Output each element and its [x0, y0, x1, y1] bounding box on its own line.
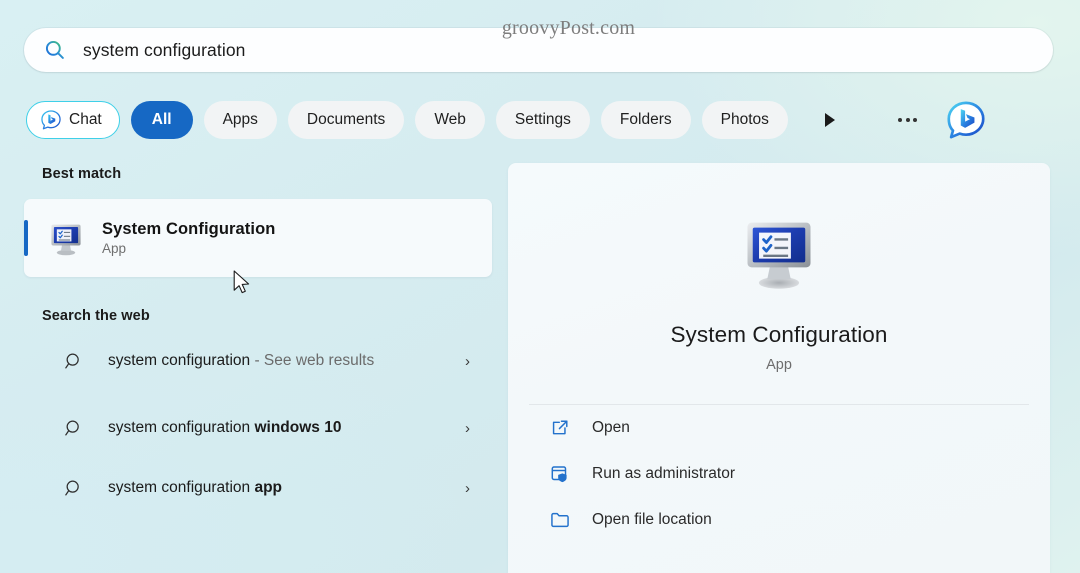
filter-pill-apps-label: Apps	[222, 111, 258, 128]
action-run-as-administrator-label: Run as administrator	[592, 465, 736, 482]
action-open-file-location-label: Open file location	[592, 511, 712, 528]
filter-pill-folders[interactable]: Folders	[600, 101, 691, 139]
filter-pill-all[interactable]: All	[130, 101, 193, 139]
web-result-query: system configuration	[108, 418, 255, 436]
web-result-row[interactable]: system configuration windows 10 ›	[24, 398, 492, 458]
preview-subtitle: App	[766, 357, 792, 373]
filter-pill-photos[interactable]: Photos	[701, 101, 788, 139]
filter-pill-settings[interactable]: Settings	[495, 101, 590, 139]
chevron-right-icon[interactable]: ›	[465, 481, 470, 496]
best-match-title: System Configuration	[102, 220, 276, 238]
results-column: Best match System Configuration App Sear…	[24, 166, 492, 573]
web-result-query: system configuration	[108, 351, 251, 369]
filter-pill-web[interactable]: Web	[415, 101, 485, 139]
filter-pill-documents[interactable]: Documents	[287, 101, 405, 139]
web-result-bold: app	[254, 478, 283, 496]
filter-pill-documents-label: Documents	[306, 111, 386, 128]
web-result-row[interactable]: system configuration - See web results ›	[24, 324, 492, 398]
ellipsis-icon[interactable]	[891, 105, 925, 135]
magnifier-icon	[65, 480, 79, 496]
web-result-suffix: - See web results	[250, 351, 375, 369]
filter-pill-row: Chat All Apps Documents Web Settings Fol…	[26, 101, 986, 139]
system-configuration-icon	[747, 222, 811, 289]
bing-button[interactable]	[946, 100, 986, 140]
folder-icon	[551, 512, 569, 528]
preview-title: System Configuration	[670, 322, 888, 347]
bing-chat-icon	[41, 110, 61, 130]
filter-pill-photos-label: Photos	[720, 111, 769, 128]
web-result-bold: windows 10	[254, 418, 342, 436]
filter-pill-chat-label: Chat	[69, 111, 102, 128]
ellipsis-dot	[898, 118, 903, 122]
search-icon	[45, 40, 64, 59]
chevron-right-icon[interactable]: ›	[465, 421, 470, 436]
best-match-item[interactable]: System Configuration App	[24, 199, 492, 277]
search-box[interactable]: system configuration	[24, 28, 1053, 72]
magnifier-icon	[65, 420, 79, 436]
action-open-label: Open	[592, 419, 630, 436]
action-open-file-location[interactable]: Open file location	[508, 497, 1050, 543]
selection-indicator	[24, 220, 28, 256]
web-result-label: system configuration app	[108, 477, 282, 499]
magnifier-icon	[65, 353, 79, 369]
chevron-right-icon[interactable]: ›	[465, 354, 470, 369]
filter-pill-chat[interactable]: Chat	[26, 101, 120, 139]
web-result-label: system configuration windows 10	[108, 417, 341, 439]
play-arrow-icon[interactable]	[817, 107, 843, 133]
search-the-web-heading: Search the web	[42, 308, 150, 324]
bing-icon	[947, 101, 985, 139]
filter-pill-settings-label: Settings	[514, 111, 571, 128]
web-result-row[interactable]: system configuration app ›	[24, 458, 492, 518]
system-configuration-icon	[51, 224, 81, 256]
action-open[interactable]: Open	[508, 405, 1050, 451]
ellipsis-dot	[913, 118, 918, 122]
web-result-query: system configuration	[108, 478, 255, 496]
best-match-heading: Best match	[42, 166, 122, 182]
filter-pill-folders-label: Folders	[619, 111, 672, 128]
filter-pill-web-label: Web	[434, 111, 466, 128]
shield-admin-icon	[551, 466, 567, 483]
action-run-as-administrator[interactable]: Run as administrator	[508, 451, 1050, 497]
best-match-subtitle: App	[102, 241, 127, 256]
web-result-label: system configuration - See web results	[108, 350, 374, 372]
filter-pill-apps[interactable]: Apps	[203, 101, 277, 139]
ellipsis-dot	[905, 118, 910, 122]
filter-pill-all-label: All	[151, 111, 172, 128]
open-external-icon	[552, 420, 568, 435]
preview-panel: System Configuration App Open Run as adm…	[508, 163, 1050, 573]
search-input-value[interactable]: system configuration	[83, 40, 246, 61]
